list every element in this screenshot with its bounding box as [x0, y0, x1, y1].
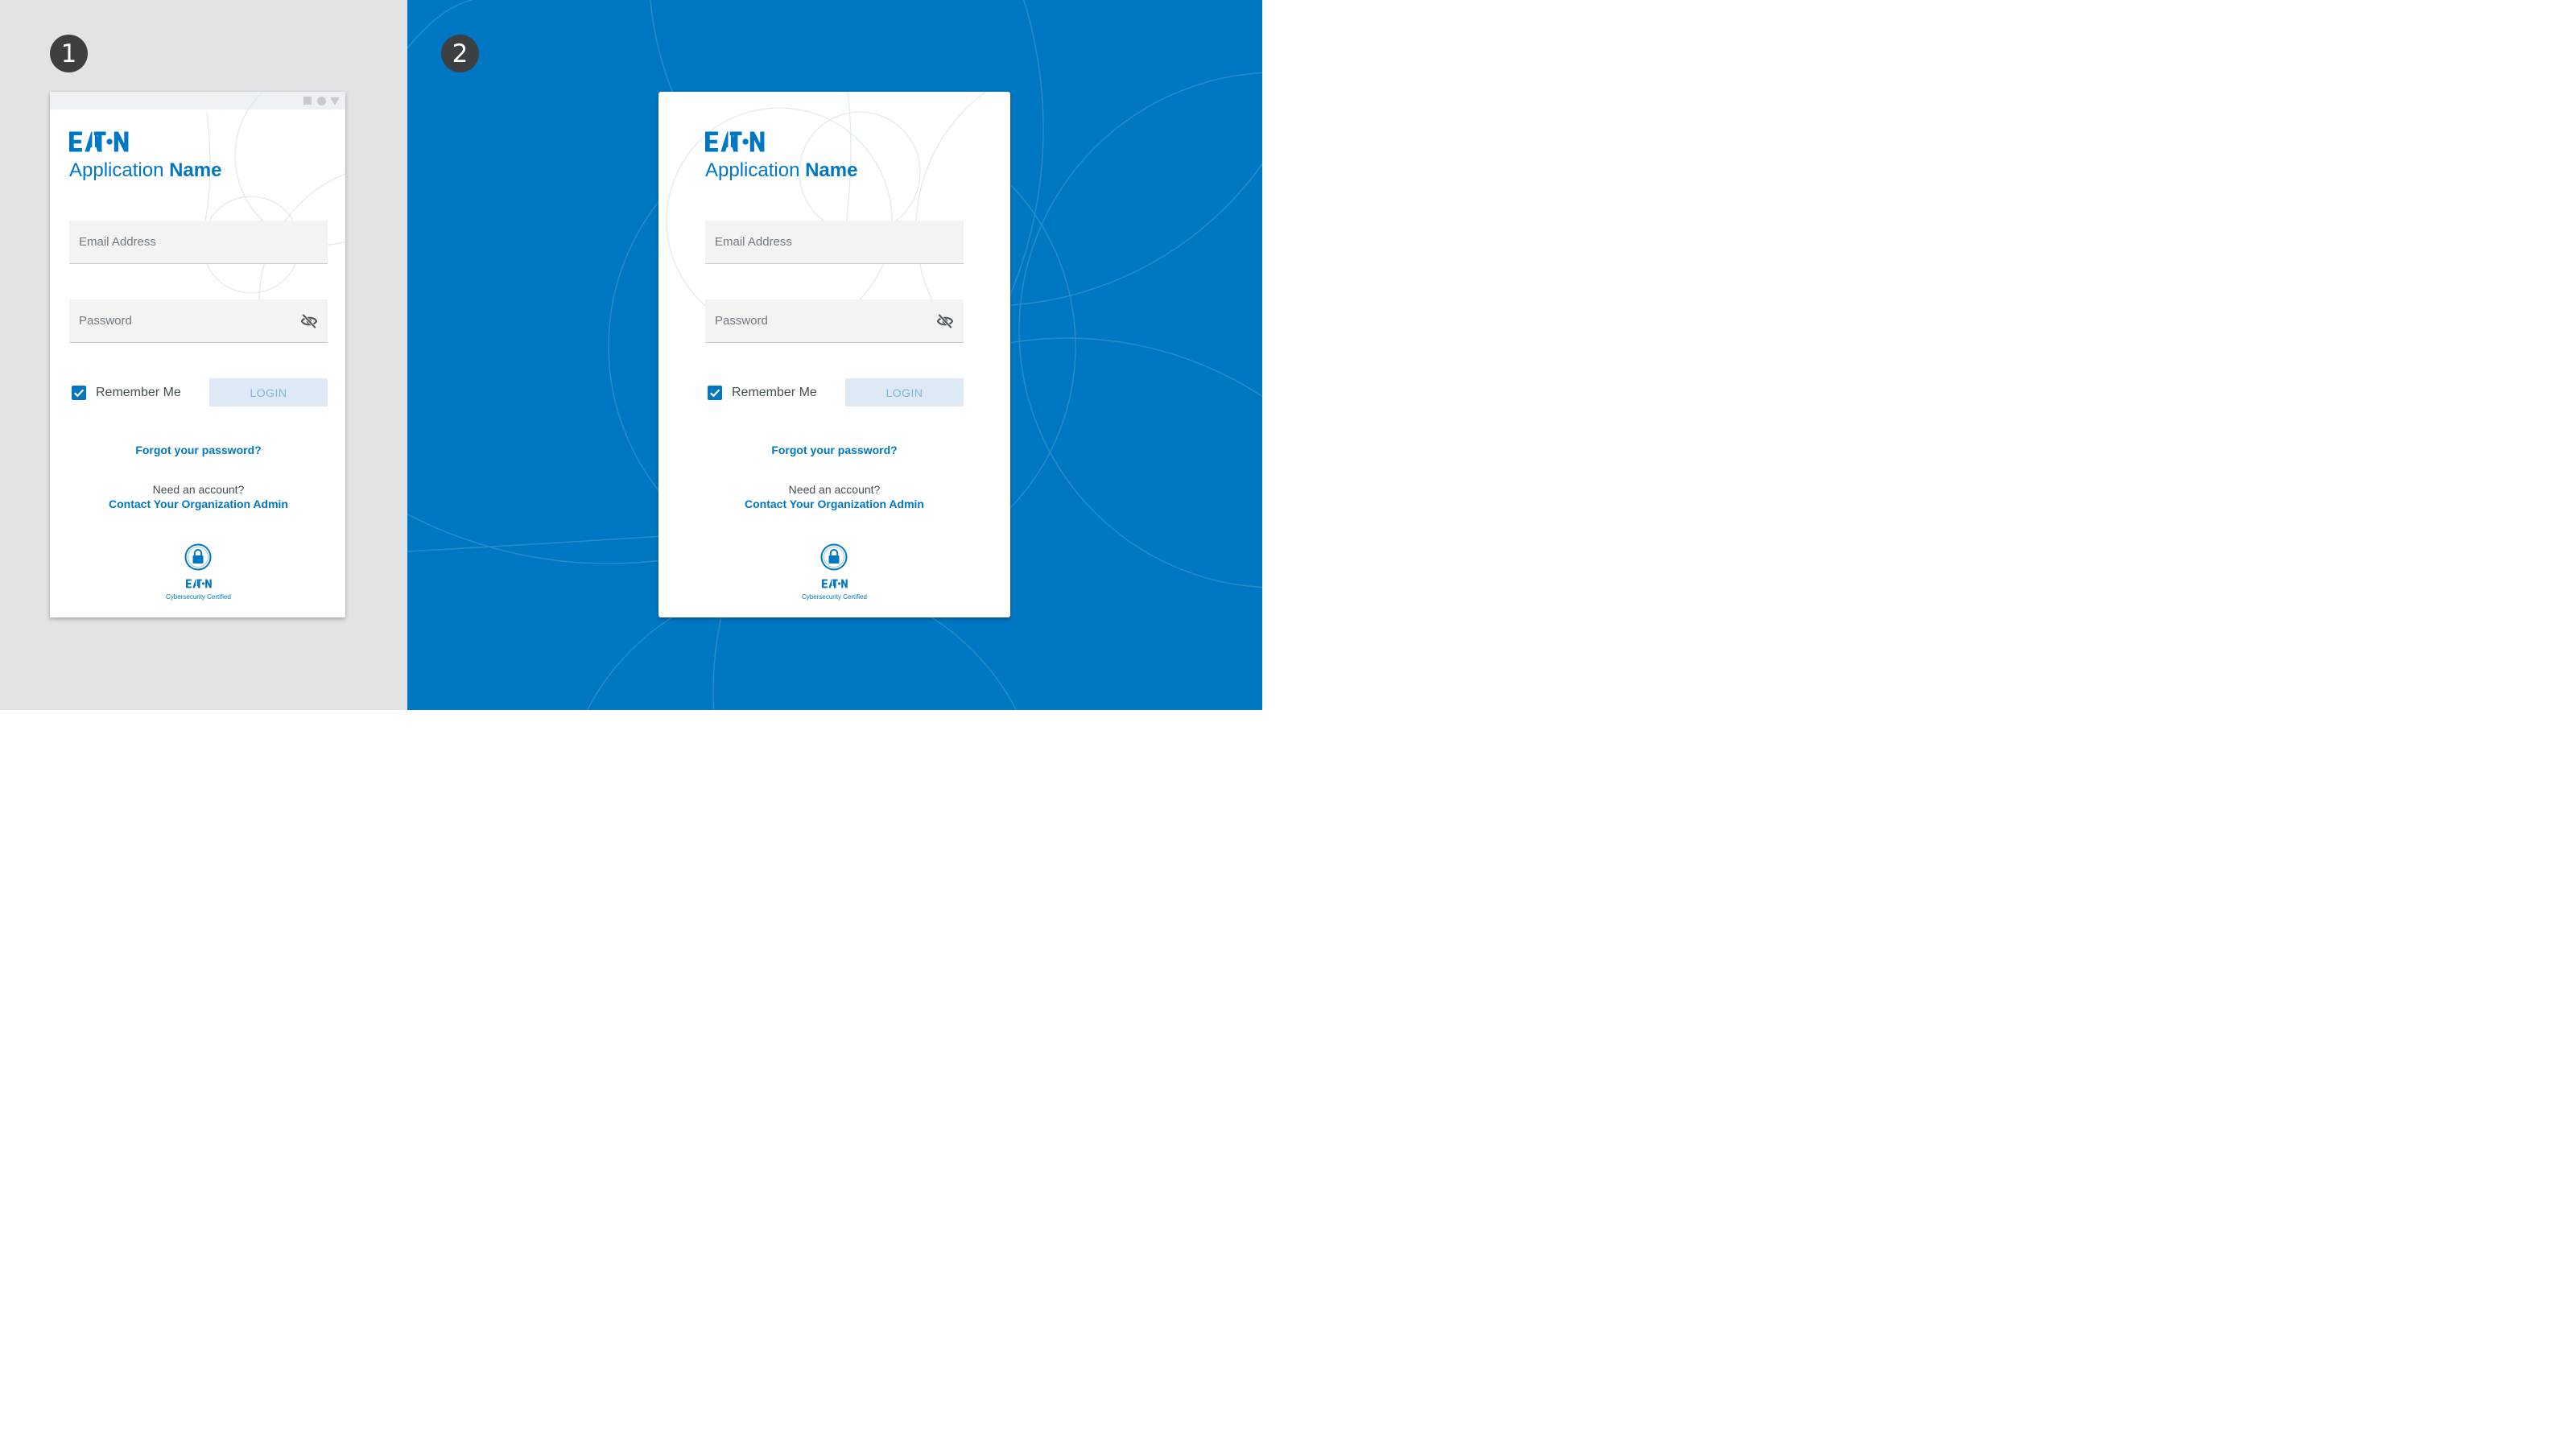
password-field [705, 299, 964, 343]
remember-me-label[interactable]: Remember Me [96, 386, 181, 400]
eye-off-icon[interactable] [936, 313, 954, 329]
app-title-light: Application [705, 159, 800, 181]
step-badge-1: 1 [50, 35, 88, 72]
login-card-window: Application Name Email Address Remember … [50, 92, 345, 617]
need-account-text: Need an account? [788, 483, 881, 496]
email-field [69, 221, 328, 264]
right-panel: 2 Application Name Email Address Remembe… [407, 0, 1262, 710]
remember-login-row: Remember Me LOGIN [69, 378, 328, 407]
app-title: Application Name [69, 159, 221, 182]
email-input[interactable] [69, 221, 328, 263]
eaton-small-logo [822, 579, 848, 588]
login-button[interactable]: LOGIN [845, 378, 964, 407]
app-title-bold: Name [169, 159, 222, 181]
login-form: Application Name Email Address Remember … [69, 92, 328, 617]
checkmark-icon [710, 389, 720, 398]
cybersecurity-certified-text: Cybersecurity Certified [802, 593, 867, 601]
remember-login-row: Remember Me LOGIN [705, 378, 964, 407]
password-input[interactable] [69, 299, 328, 342]
email-field [705, 221, 964, 264]
contact-admin-link[interactable]: Contact Your Organization Admin [705, 497, 964, 510]
remember-me-label[interactable]: Remember Me [732, 386, 817, 400]
login-button[interactable]: LOGIN [209, 378, 328, 407]
login-form: Application Name Email Address Remember … [705, 92, 964, 617]
lock-badge-icon [184, 543, 212, 571]
eye-off-icon[interactable] [300, 313, 318, 329]
forgot-password-link[interactable]: Forgot your password? [705, 444, 964, 456]
cybersecurity-certified-text: Cybersecurity Certified [166, 593, 231, 601]
left-panel: 1 Application Name Email Address Remembe… [0, 0, 407, 710]
login-card-web: Application Name Email Address Remember … [658, 92, 1010, 617]
contact-admin-link[interactable]: Contact Your Organization Admin [69, 497, 328, 510]
step-badge-2: 2 [441, 35, 479, 72]
forgot-password-link[interactable]: Forgot your password? [69, 444, 328, 456]
remember-me-checkbox[interactable] [708, 386, 722, 400]
remember-me-checkbox[interactable] [72, 386, 86, 400]
eaton-small-logo [186, 579, 212, 588]
checkmark-icon [74, 389, 85, 398]
eaton-logo [69, 131, 129, 152]
password-field [69, 299, 328, 343]
app-title-bold: Name [805, 159, 858, 181]
email-input[interactable] [705, 221, 964, 263]
lock-badge-icon [820, 543, 848, 571]
eaton-logo [705, 131, 765, 152]
need-account-text: Need an account? [152, 483, 245, 496]
app-title-light: Application [69, 159, 164, 181]
app-title: Application Name [705, 159, 857, 182]
password-input[interactable] [705, 299, 964, 342]
